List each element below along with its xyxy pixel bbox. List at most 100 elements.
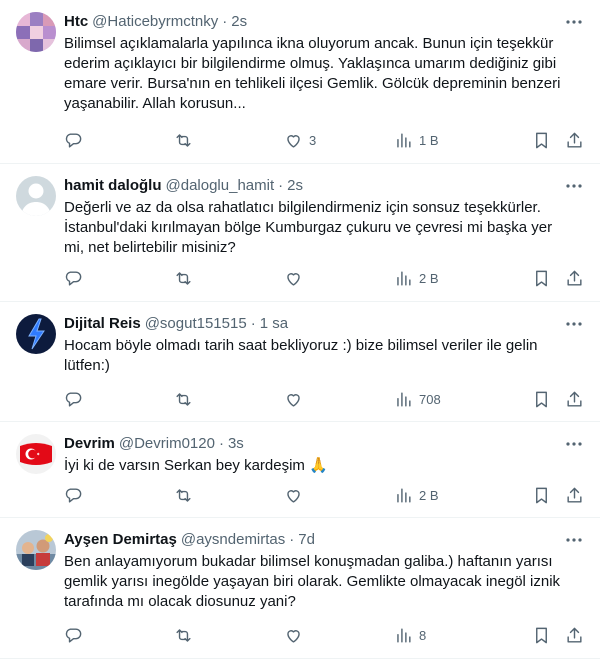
tweet[interactable]: Devrim @Devrim0120 · 3s İyi ki de varsın… (0, 422, 600, 518)
reply-icon (65, 132, 82, 148)
tweet-actions: 708 (64, 389, 584, 409)
reply-button[interactable] (64, 390, 124, 409)
more-options-icon[interactable] (564, 12, 584, 32)
like-count: 3 (309, 132, 317, 148)
retweet-button[interactable] (174, 390, 234, 409)
reply-icon (65, 627, 82, 643)
retweet-icon (176, 488, 191, 502)
more-options-icon[interactable] (564, 530, 584, 550)
tweet-text: Bilimsel açıklamalarla yapılınca ikna ol… (64, 35, 561, 112)
reply-button[interactable] (64, 626, 124, 645)
separator-dot: · (250, 315, 256, 332)
reply-button[interactable] (64, 131, 124, 150)
separator-dot: · (278, 177, 284, 194)
like-button[interactable] (284, 269, 344, 288)
like-button[interactable] (284, 626, 344, 645)
reply-icon (65, 391, 82, 407)
heart-icon (287, 629, 300, 643)
bookmark-button[interactable] (532, 269, 551, 288)
views-button[interactable]: 2 B (394, 486, 464, 505)
tweet-text: Ben anlayamıyorum bukadar bilimsel konuş… (64, 553, 561, 610)
display-name[interactable]: Htc (64, 12, 88, 32)
views-button[interactable]: 2 B (394, 269, 464, 288)
heart-icon (287, 134, 300, 148)
user-handle[interactable]: @Devrim0120 (119, 434, 215, 454)
avatar[interactable] (16, 12, 56, 52)
reply-button[interactable] (64, 269, 124, 288)
tweet-actions: 2 B (64, 268, 584, 288)
more-options-icon[interactable] (564, 314, 584, 334)
bookmark-icon (536, 270, 547, 286)
views-icon (397, 627, 411, 643)
bookmark-button[interactable] (532, 486, 551, 505)
views-button[interactable]: 708 (394, 390, 464, 409)
display-name[interactable]: Dijital Reis (64, 314, 141, 334)
tweet-text: Değerli ve az da olsa rahatlatıcı bilgil… (64, 199, 553, 256)
bookmark-button[interactable] (532, 131, 551, 150)
tweet[interactable]: Ayşen Demirtaş @aysndemirtas · 7d Ben an… (0, 518, 600, 659)
share-button[interactable] (565, 626, 584, 645)
user-handle[interactable]: @daloglu_hamit (166, 176, 275, 196)
view-count: 1 B (419, 132, 439, 148)
timestamp[interactable]: 7d (298, 530, 315, 550)
timestamp[interactable]: 3s (228, 434, 244, 454)
display-name[interactable]: Ayşen Demirtaş (64, 530, 177, 550)
tweet[interactable]: hamit daloğlu @daloglu_hamit · 2s Değerl… (0, 164, 600, 302)
heart-icon (287, 393, 300, 407)
view-count: 2 B (419, 487, 439, 503)
avatar[interactable] (16, 434, 56, 474)
user-handle[interactable]: @Haticebyrmctnky (92, 12, 218, 32)
share-button[interactable] (565, 269, 584, 288)
avatar[interactable] (16, 176, 56, 216)
more-options-icon[interactable] (564, 176, 584, 196)
tweet-actions: 3 1 B (64, 130, 584, 150)
tweet-text: Hocam böyle olmadı tarih saat bekliyoruz… (64, 337, 538, 374)
share-button[interactable] (565, 390, 584, 409)
view-count: 2 B (419, 270, 439, 286)
views-icon (397, 487, 411, 503)
bookmark-button[interactable] (532, 390, 551, 409)
share-button[interactable] (565, 131, 584, 150)
reply-button[interactable] (64, 486, 124, 505)
reply-icon (65, 270, 82, 286)
avatar[interactable] (16, 530, 56, 570)
display-name[interactable]: Devrim (64, 434, 115, 454)
display-name[interactable]: hamit daloğlu (64, 176, 162, 196)
like-button[interactable] (284, 486, 344, 505)
reply-feed: Htc @Haticebyrmctnky · 2s Bilimsel açıkl… (0, 0, 600, 659)
avatar[interactable] (16, 314, 56, 354)
separator-dot: · (289, 531, 295, 548)
timestamp[interactable]: 1 sa (260, 314, 288, 334)
views-button[interactable]: 8 (394, 626, 464, 645)
views-button[interactable]: 1 B (394, 131, 464, 150)
tweet[interactable]: Dijital Reis @sogut151515 · 1 sa Hocam b… (0, 302, 600, 422)
retweet-button[interactable] (174, 131, 234, 150)
heart-icon (287, 489, 300, 503)
view-count: 8 (419, 627, 427, 643)
views-icon (397, 270, 411, 286)
user-handle[interactable]: @aysndemirtas (181, 530, 285, 550)
retweet-button[interactable] (174, 626, 234, 645)
bookmark-icon (536, 627, 547, 643)
share-button[interactable] (565, 486, 584, 505)
share-icon (567, 627, 582, 643)
reply-icon (65, 487, 82, 503)
bookmark-icon (536, 391, 547, 407)
views-icon (397, 132, 411, 148)
more-options-icon[interactable] (564, 434, 584, 454)
tweet-actions: 2 B (64, 485, 584, 505)
separator-dot: · (218, 435, 224, 452)
tweet[interactable]: Htc @Haticebyrmctnky · 2s Bilimsel açıkl… (0, 0, 600, 164)
retweet-icon (176, 628, 191, 642)
view-count: 708 (419, 391, 441, 407)
retweet-button[interactable] (174, 269, 234, 288)
like-button[interactable] (284, 390, 344, 409)
timestamp[interactable]: 2s (231, 12, 247, 32)
timestamp[interactable]: 2s (287, 176, 303, 196)
share-icon (567, 270, 582, 286)
retweet-icon (176, 133, 191, 147)
user-handle[interactable]: @sogut151515 (145, 314, 247, 334)
like-button[interactable]: 3 (284, 131, 344, 150)
bookmark-button[interactable] (532, 626, 551, 645)
retweet-button[interactable] (174, 486, 234, 505)
